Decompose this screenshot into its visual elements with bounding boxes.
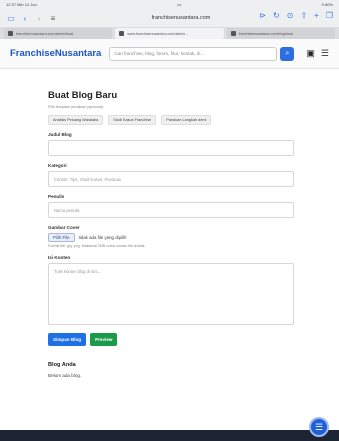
menu-icon[interactable]: ☰ <box>321 48 329 59</box>
status-dots: ••• <box>177 2 182 7</box>
kategori-input[interactable]: Contoh: Tips, Studi Kasus, Panduan <box>48 171 294 187</box>
preview-button[interactable]: Preview <box>90 333 118 346</box>
favicon-icon <box>8 31 13 36</box>
judul-input[interactable] <box>48 140 294 156</box>
share-icon[interactable]: ⇧ <box>300 11 307 20</box>
gambar-label: Gambar Cover <box>48 225 80 230</box>
download-icon[interactable]: ⊙ <box>287 11 294 20</box>
tab-3[interactable]: franchisenusantara.com/blog/buat <box>226 28 335 39</box>
status-time: 12.37 Min 14 Jun <box>6 2 37 7</box>
template-chip[interactable]: Analisis Peluang Waralaba <box>48 115 104 125</box>
file-picker: Pilih File tidak ada file yang dipilih <box>48 233 294 242</box>
chat-icon: ☰ <box>314 421 324 432</box>
browser-actions: ⊳ ↻ ⊙ ⇧ + ❐ <box>259 11 333 20</box>
site-navbar: FranchiseNusantara Cari franchise, blog,… <box>0 39 339 69</box>
search-icon: ⌕ <box>285 49 290 57</box>
blog-form: Buat Blog Baru Pilih template penulisan … <box>48 90 294 378</box>
site-logo[interactable]: FranchiseNusantara <box>10 48 101 59</box>
battery-indicator: 0.80% <box>321 2 333 7</box>
favicon-icon <box>119 31 125 36</box>
url-bar[interactable]: franchisenusantara.com <box>126 12 236 24</box>
sidebar-icon[interactable]: ▭ <box>6 13 16 23</box>
file-hint: Format file: jpg, png. Maksimal 2MB untu… <box>48 244 146 248</box>
status-bar: 12.37 Min 14 Jun ••• 0.80% <box>0 0 339 9</box>
new-tab-icon[interactable]: + <box>314 11 319 20</box>
reader-icon[interactable]: ≡ <box>48 13 58 23</box>
form-actions: Simpan Blog Preview <box>48 333 294 346</box>
search-button[interactable]: ⌕ <box>280 46 295 61</box>
tab-2[interactable]: www.franchisenusantara.com/admin... <box>115 28 224 39</box>
tabs-icon[interactable]: ❐ <box>326 11 333 20</box>
tab-strip: franchisenusantara.com/admin/buat www.fr… <box>0 27 339 39</box>
isi-textarea[interactable]: Tulis konten blog di sini... <box>48 263 294 325</box>
site-footer <box>0 430 339 441</box>
template-hint: Pilih template penulisan (opsional): <box>48 105 104 109</box>
site-search-input[interactable]: Cari franchise, blog, forum, fitur, kont… <box>109 46 278 61</box>
save-button[interactable]: Simpan Blog <box>48 333 87 346</box>
cart-icon[interactable]: ▣ <box>306 48 315 59</box>
penulis-input[interactable]: Nama penulis <box>48 202 294 218</box>
template-chip[interactable]: Studi Kasus Franchise <box>108 115 157 125</box>
page-title: Buat Blog Baru <box>48 90 118 101</box>
penulis-label: Penulis <box>48 194 65 199</box>
back-icon[interactable]: ‹ <box>20 13 30 23</box>
forward-icon[interactable]: › <box>34 13 44 23</box>
chat-button[interactable]: ☰ <box>309 417 329 437</box>
template-chips: Analisis Peluang Waralaba Studi Kasus Fr… <box>48 115 294 125</box>
isi-label: Isi Konten <box>48 255 71 260</box>
extensions-icon[interactable]: ⊳ <box>259 11 266 20</box>
web-page: FranchiseNusantara Cari franchise, blog,… <box>0 39 339 441</box>
choose-file-button[interactable]: Pilih File <box>48 233 75 242</box>
blog-list-empty: Belum ada blog. <box>48 373 82 378</box>
judul-label: Judul Blog <box>48 132 72 137</box>
template-chip[interactable]: Panduan Langkah demi <box>161 115 212 125</box>
kategori-label: Kategori <box>48 163 67 168</box>
blog-list-title: Blog Anda <box>48 362 76 368</box>
file-status: tidak ada file yang dipilih <box>78 235 127 240</box>
tab-1[interactable]: franchisenusantara.com/admin/buat <box>4 28 113 39</box>
reload-icon[interactable]: ↻ <box>273 11 280 20</box>
favicon-icon <box>230 31 236 36</box>
